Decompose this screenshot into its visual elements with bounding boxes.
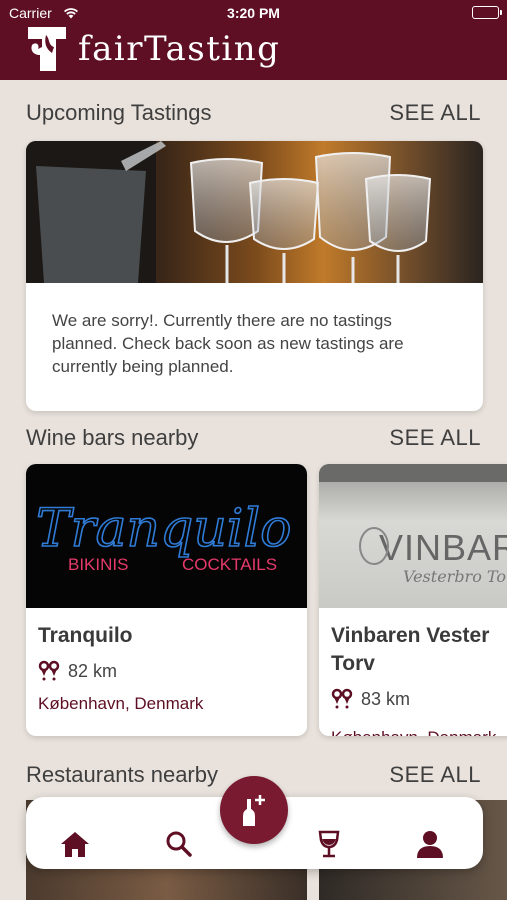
add-bottle-icon bbox=[243, 795, 265, 826]
wine-bars-title: Wine bars nearby bbox=[26, 425, 199, 450]
wine-bar-card[interactable]: VINBAREN Vesterbro Torv Vinbaren Vester … bbox=[319, 464, 507, 736]
brand-name: fairTasting bbox=[78, 29, 281, 69]
distance-pin-icon bbox=[38, 660, 60, 681]
wine-bars-see-all-link[interactable]: SEE ALL bbox=[389, 425, 481, 451]
restaurants-title: Restaurants nearby bbox=[26, 762, 218, 787]
tab-wine[interactable] bbox=[313, 829, 345, 859]
upcoming-see-all-link[interactable]: SEE ALL bbox=[389, 100, 481, 126]
wine-bar-card[interactable]: Tranquilo BIKINIS COCKTAILS Tranquilo 82… bbox=[26, 464, 307, 736]
vinbaren-sign-main: VINBAREN bbox=[379, 527, 507, 568]
wine-glass-icon bbox=[318, 830, 340, 858]
wine-bar-name: Vinbaren Vester Torv bbox=[331, 624, 490, 675]
wine-bar-distance: 82 km bbox=[38, 660, 295, 682]
tab-home[interactable] bbox=[59, 829, 91, 859]
tab-profile[interactable] bbox=[414, 829, 446, 859]
wine-bar-location: København, Danmark bbox=[331, 728, 507, 736]
neon-sign-right: COCKTAILS bbox=[182, 555, 277, 574]
tab-search[interactable] bbox=[163, 829, 195, 859]
distance-pin-icon bbox=[331, 688, 353, 709]
home-icon bbox=[61, 832, 89, 857]
tasting-card[interactable]: We are sorry!. Currently there are no ta… bbox=[26, 141, 483, 411]
vinbaren-sign-image: VINBAREN Vesterbro Torv bbox=[319, 464, 507, 608]
tranquilo-neon-image: Tranquilo BIKINIS COCKTAILS bbox=[26, 464, 307, 608]
neon-sign-left: BIKINIS bbox=[68, 555, 128, 574]
upcoming-tastings-title: Upcoming Tastings bbox=[26, 100, 212, 125]
profile-icon bbox=[417, 831, 443, 858]
search-icon bbox=[166, 831, 192, 857]
wine-bar-location: København, Denmark bbox=[38, 694, 204, 713]
clock: 3:20 PM bbox=[227, 5, 280, 21]
vinbaren-sign-sub: Vesterbro Torv bbox=[403, 567, 507, 586]
wine-bar-distance-value: 83 km bbox=[361, 688, 411, 709]
status-bar: Carrier 3:20 PM bbox=[0, 5, 507, 23]
wine-glasses-image bbox=[26, 141, 483, 283]
battery-icon bbox=[472, 6, 502, 19]
brand-logo: fairTasting bbox=[26, 24, 280, 74]
neon-sign-main: Tranquilo bbox=[36, 499, 291, 559]
restaurants-see-all-link[interactable]: SEE ALL bbox=[389, 762, 481, 788]
wine-bar-distance: 83 km bbox=[331, 688, 507, 710]
wine-bar-name: Tranquilo bbox=[38, 624, 133, 647]
no-tastings-message: We are sorry!. Currently there are no ta… bbox=[52, 311, 404, 376]
wine-bar-distance-value: 82 km bbox=[68, 660, 118, 681]
app-header: Carrier 3:20 PM fairTasting bbox=[0, 0, 507, 80]
add-wine-button[interactable] bbox=[220, 776, 288, 844]
fairtasting-logo-icon bbox=[28, 27, 66, 71]
